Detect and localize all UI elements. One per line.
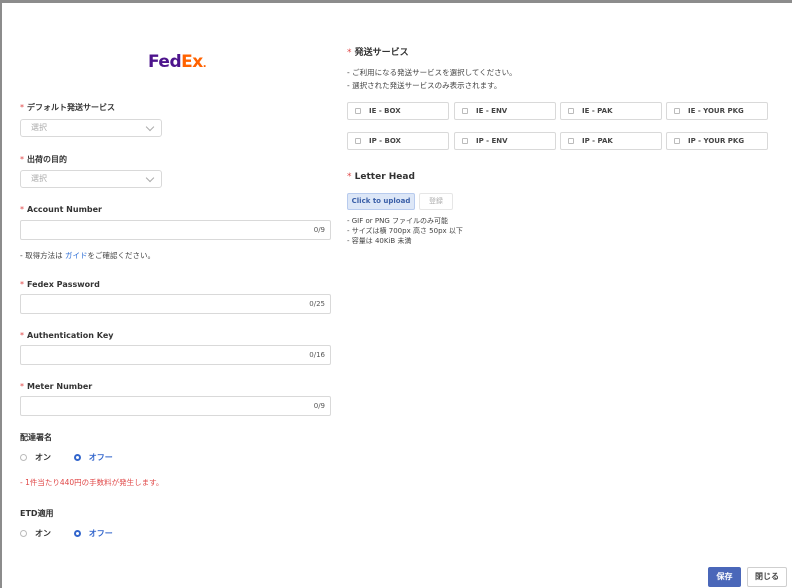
- fedex-password-input[interactable]: 0/25: [20, 294, 331, 314]
- default-service-select[interactable]: 選択: [20, 119, 162, 137]
- signature-fee-note: - 1件当たり440円の手数料が発生します。: [20, 478, 164, 487]
- account-number-label: * Account Number: [20, 205, 102, 214]
- auth-key-label: * Authentication Key: [20, 331, 114, 340]
- checkbox-icon: [462, 138, 468, 144]
- shipping-services-title: * 発送サービス: [347, 48, 409, 58]
- register-button[interactable]: 登録: [419, 193, 453, 210]
- service-ie-env[interactable]: IE - ENV: [454, 102, 556, 120]
- shipment-purpose-select[interactable]: 選択: [20, 170, 162, 188]
- fedex-logo: FedEx.: [148, 52, 207, 72]
- fedex-password-label: * Fedex Password: [20, 280, 100, 289]
- shipment-purpose-label: * 出荷の目的: [20, 155, 67, 164]
- service-ie-pak[interactable]: IE - PAK: [560, 102, 662, 120]
- radio-on[interactable]: [20, 530, 27, 537]
- upload-button[interactable]: Click to upload: [347, 193, 415, 210]
- guide-link[interactable]: ガイド: [65, 251, 88, 260]
- checkbox-icon: [355, 138, 361, 144]
- logo-fed: Fed: [148, 52, 182, 72]
- radio-on[interactable]: [20, 454, 27, 461]
- auth-key-input[interactable]: 0/16: [20, 345, 331, 365]
- etd-radios: オン オフー: [20, 528, 133, 539]
- service-ip-env[interactable]: IP - ENV: [454, 132, 556, 150]
- checkbox-icon: [674, 108, 680, 114]
- service-ip-pak[interactable]: IP - PAK: [560, 132, 662, 150]
- etd-label: ETD適用: [20, 509, 54, 518]
- meter-number-count: 0/9: [313, 402, 325, 410]
- checkbox-icon: [462, 108, 468, 114]
- delivery-signature-radios: オン オフー: [20, 452, 133, 463]
- meter-number-input[interactable]: 0/9: [20, 396, 331, 416]
- checkbox-icon: [355, 108, 361, 114]
- chevron-down-icon: [145, 122, 155, 132]
- account-number-count: 0/9: [313, 226, 325, 234]
- auth-key-count: 0/16: [309, 351, 325, 359]
- radio-off-selected[interactable]: [73, 454, 81, 461]
- service-ip-box[interactable]: IP - BOX: [347, 132, 449, 150]
- radio-off-selected[interactable]: [73, 530, 81, 537]
- account-number-input[interactable]: 0/9: [20, 220, 331, 240]
- guide-hint: - 取得方法は ガイドをご確認ください。: [20, 251, 155, 260]
- close-button[interactable]: 閉じる: [747, 567, 787, 587]
- checkbox-icon: [568, 138, 574, 144]
- letter-head-title: * Letter Head: [347, 172, 415, 182]
- logo-dot: .: [202, 59, 207, 70]
- shipping-services-desc1: - ご利用になる発送サービスを選択してください。: [347, 68, 517, 77]
- letter-head-note-3: - 容量は 40KiB 未満: [347, 237, 412, 245]
- delivery-signature-label: 配達署名: [20, 433, 52, 442]
- service-ie-box[interactable]: IE - BOX: [347, 102, 449, 120]
- save-button[interactable]: 保存: [708, 567, 741, 587]
- letter-head-note-1: - GIF or PNG ファイルのみ可能: [347, 217, 448, 225]
- default-service-label: * デフォルト発送サービス: [20, 103, 115, 112]
- checkbox-icon: [568, 108, 574, 114]
- letter-head-note-2: - サイズは横 700px 高さ 50px 以下: [347, 227, 463, 235]
- chevron-down-icon: [145, 173, 155, 183]
- logo-ex: Ex: [181, 52, 203, 72]
- shipping-services-desc2: - 選択された発送サービスのみ表示されます。: [347, 81, 502, 90]
- service-ie-your-pkg[interactable]: IE - YOUR PKG: [666, 102, 768, 120]
- service-ip-your-pkg[interactable]: IP - YOUR PKG: [666, 132, 768, 150]
- checkbox-icon: [674, 138, 680, 144]
- fedex-password-count: 0/25: [309, 300, 325, 308]
- meter-number-label: * Meter Number: [20, 382, 93, 391]
